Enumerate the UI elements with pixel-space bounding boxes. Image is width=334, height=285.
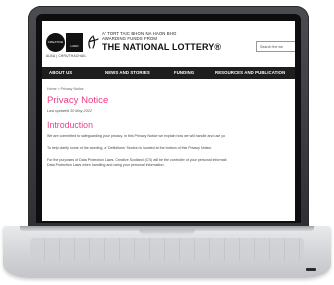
laptop-screen: CREATIVE LAND ALBA | CHRUTHACHAIL A' TOR… xyxy=(42,21,295,221)
creative-scotland-logo[interactable]: CREATIVE xyxy=(46,33,65,52)
breadcrumb[interactable]: Home > Privacy Notice xyxy=(47,87,84,91)
last-updated-date: Last updated 30 May 2022 xyxy=(47,109,92,113)
search-input[interactable]: Search the we xyxy=(256,41,295,52)
national-lottery-logo-text: THE NATIONAL LOTTERY® xyxy=(102,42,222,52)
lottery-tagline: A' TORT TAIC BHON NA HAON BHO AWARDING F… xyxy=(102,31,232,41)
intro-paragraph-2: To help clarify some of the wording, a '… xyxy=(47,146,213,150)
section-heading-introduction: Introduction xyxy=(47,120,93,130)
nav-item-about-us[interactable]: ABOUT US xyxy=(49,70,72,75)
laptop-keyboard-edge xyxy=(30,238,304,260)
creative-scotland-logo-box: LAND xyxy=(66,33,83,52)
creative-logo-text: CREATIVE xyxy=(47,40,64,44)
site-header: CREATIVE LAND ALBA | CHRUTHACHAIL A' TOR… xyxy=(42,21,295,63)
nav-item-news-and-stories[interactable]: NEWS AND STORIES xyxy=(105,70,150,75)
main-navbar: ABOUT US NEWS AND STORIES FUNDING RESOUR… xyxy=(42,67,295,79)
lottery-line-english: AWARDING FUNDS FROM xyxy=(102,35,158,41)
nav-item-funding[interactable]: FUNDING xyxy=(174,70,194,75)
intro-paragraph-4: Data Protection Laws when handling and u… xyxy=(47,163,165,167)
power-indicator xyxy=(306,268,316,271)
intro-paragraph-1: We are committed to safeguarding your pr… xyxy=(47,134,226,138)
creative-box-text: LAND xyxy=(70,44,79,48)
lid-opening-notch xyxy=(139,229,195,235)
logo-subtitle: ALBA | CHRUTHACHAIL xyxy=(46,54,87,58)
nav-item-resources-and-publications[interactable]: RESOURCES AND PUBLICATION xyxy=(215,70,285,75)
page-title: Privacy Notice xyxy=(47,95,109,106)
lottery-crossed-fingers-icon xyxy=(88,35,99,49)
